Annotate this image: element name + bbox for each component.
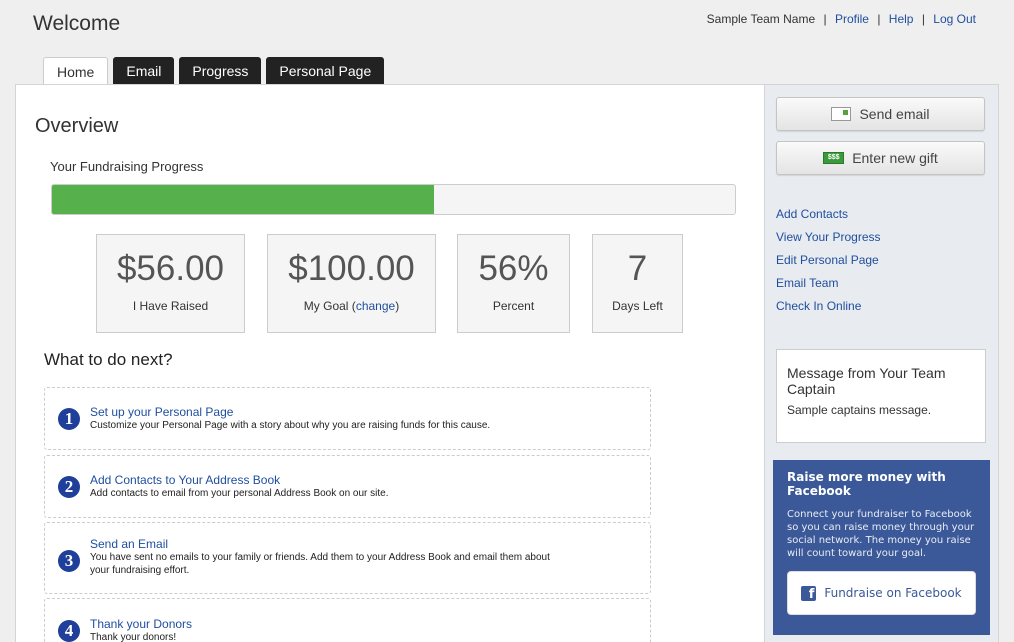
- tab-bar: Home Email Progress Personal Page: [43, 57, 385, 85]
- facebook-promo: Raise more money with Facebook Connect y…: [773, 460, 990, 635]
- step-item: 4 Thank your Donors Thank your donors!: [44, 598, 651, 642]
- facebook-promo-title: Raise more money with Facebook: [787, 470, 946, 498]
- sidebar-links: Add Contacts View Your Progress Edit Per…: [776, 207, 881, 322]
- stat-raised: $56.00 I Have Raised: [96, 234, 245, 333]
- send-email-button[interactable]: Send email: [776, 97, 985, 131]
- step-title-link[interactable]: Add Contacts to Your Address Book: [90, 473, 280, 487]
- step-title-link[interactable]: Send an Email: [90, 537, 168, 551]
- sidebar: Send email $$$ Enter new gift Add Contac…: [765, 84, 999, 642]
- stat-days-value: 7: [627, 249, 648, 288]
- tab-email[interactable]: Email: [113, 57, 175, 84]
- help-link[interactable]: Help: [889, 12, 914, 26]
- facebook-promo-description: Connect your fundraiser to Facebook so y…: [787, 509, 975, 559]
- nav-separator: |: [877, 12, 881, 26]
- top-navigation: Sample Team Name | Profile | Help | Log …: [707, 12, 976, 26]
- goal-label-prefix: My Goal (: [303, 299, 356, 313]
- step-description: You have sent no emails to your family o…: [90, 552, 550, 576]
- step-description: Customize your Personal Page with a stor…: [90, 420, 491, 431]
- send-email-label: Send email: [859, 106, 930, 122]
- stat-percent: 56% Percent: [457, 234, 570, 333]
- stat-goal: $100.00 My Goal (change): [267, 234, 436, 333]
- envelope-icon: [831, 107, 852, 121]
- fundraise-facebook-label: Fundraise on Facebook: [824, 586, 962, 600]
- page-title: Welcome: [33, 12, 121, 35]
- email-team-link[interactable]: Email Team: [776, 276, 881, 291]
- step-number-icon: 2: [58, 476, 80, 498]
- progress-bar: [51, 184, 736, 215]
- enter-gift-label: Enter new gift: [852, 150, 938, 166]
- tab-home[interactable]: Home: [43, 57, 109, 85]
- goal-label-suffix: ): [395, 299, 400, 313]
- step-number-icon: 1: [58, 408, 80, 430]
- captain-message-title: Message from Your Team Captain: [787, 365, 946, 397]
- step-title-link[interactable]: Thank your Donors: [90, 617, 192, 631]
- step-item: 1 Set up your Personal Page Customize yo…: [44, 387, 651, 450]
- step-description: Thank your donors!: [90, 632, 177, 642]
- money-icon: $$$: [823, 152, 845, 164]
- team-name: Sample Team Name: [706, 12, 816, 26]
- progress-label: Your Fundraising Progress: [50, 159, 204, 174]
- fundraise-facebook-button[interactable]: f Fundraise on Facebook: [787, 571, 976, 615]
- stat-days-label: Days Left: [612, 299, 663, 313]
- stat-percent-value: 56%: [478, 249, 549, 288]
- tab-personal-page[interactable]: Personal Page: [266, 57, 385, 84]
- stat-days-left: 7 Days Left: [592, 234, 683, 333]
- stat-raised-value: $56.00: [116, 249, 225, 288]
- view-progress-link[interactable]: View Your Progress: [776, 230, 881, 245]
- tab-progress[interactable]: Progress: [179, 57, 262, 84]
- nav-separator: |: [823, 12, 827, 26]
- overview-title: Overview: [35, 115, 119, 137]
- nav-separator: |: [921, 12, 925, 26]
- stat-percent-label: Percent: [492, 299, 535, 313]
- step-number-icon: 3: [58, 550, 80, 572]
- captain-message-body: Sample captains message.: [787, 403, 932, 417]
- stat-goal-value: $100.00: [288, 249, 415, 288]
- profile-link[interactable]: Profile: [835, 12, 869, 26]
- step-number-icon: 4: [58, 620, 80, 642]
- captain-message-box: Message from Your Team Captain Sample ca…: [776, 349, 986, 443]
- edit-personal-page-link[interactable]: Edit Personal Page: [776, 253, 881, 268]
- stat-goal-label: My Goal (change): [268, 299, 435, 313]
- change-goal-link[interactable]: change: [356, 299, 395, 313]
- check-in-online-link[interactable]: Check In Online: [776, 299, 881, 314]
- step-title-link[interactable]: Set up your Personal Page: [90, 405, 233, 419]
- progress-bar-fill: [52, 185, 435, 214]
- step-item: 2 Add Contacts to Your Address Book Add …: [44, 455, 651, 518]
- stat-raised-label: I Have Raised: [132, 299, 209, 313]
- add-contacts-link[interactable]: Add Contacts: [776, 207, 881, 222]
- next-steps-title: What to do next?: [44, 350, 173, 369]
- main-panel: Overview Your Fundraising Progress $56.0…: [15, 84, 765, 642]
- facebook-icon: f: [801, 585, 817, 602]
- enter-gift-button[interactable]: $$$ Enter new gift: [776, 141, 985, 175]
- step-item: 3 Send an Email You have sent no emails …: [44, 522, 651, 594]
- logout-link[interactable]: Log Out: [933, 12, 976, 26]
- step-description: Add contacts to email from your personal…: [90, 488, 389, 499]
